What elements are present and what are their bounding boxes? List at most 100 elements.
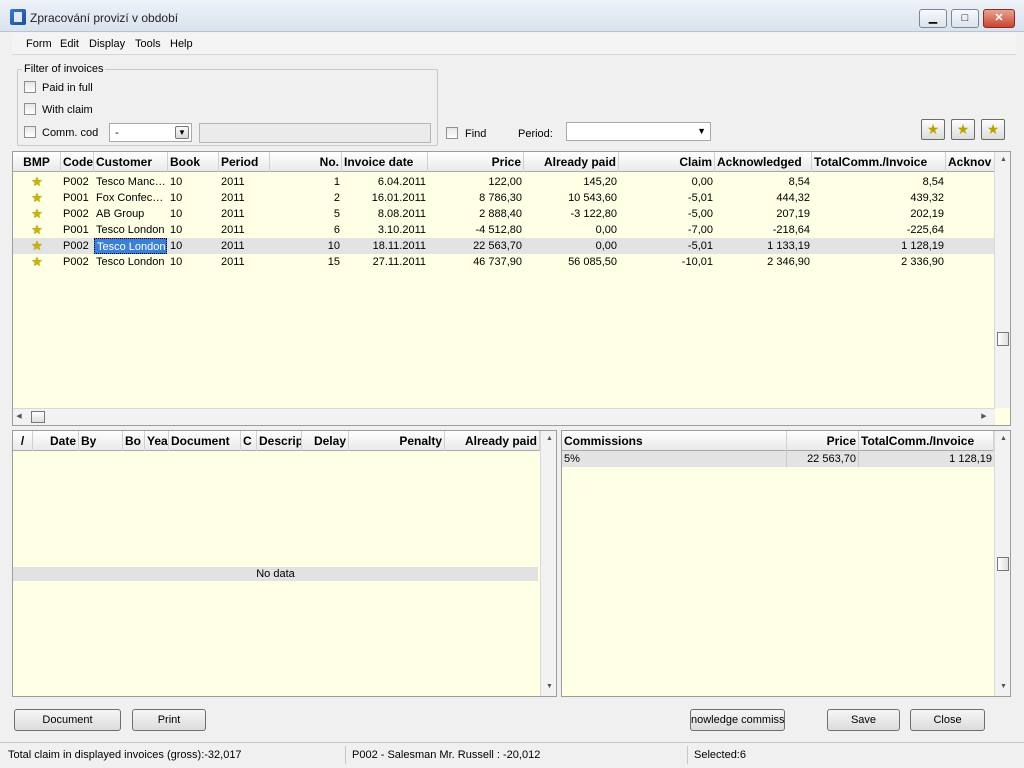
table-row[interactable]: ★ P002 Tesco London 10 2011 15 27.11.201… (13, 254, 995, 270)
table-row[interactable]: ★ P002 AB Group 10 2011 5 8.08.2011 2 88… (13, 206, 995, 222)
chevron-down-icon[interactable]: ▼ (697, 126, 706, 136)
document-button[interactable]: Document (14, 709, 121, 731)
comm-code-value: - (115, 127, 119, 139)
paid-in-full-checkbox[interactable] (24, 81, 36, 93)
table-row[interactable]: ★ P002 Tesco Manc… 10 2011 1 6.04.2011 1… (13, 174, 995, 190)
cell-customer: Tesco London (96, 256, 165, 268)
cell-already-paid: 56 085,50 (568, 256, 617, 268)
col-delay[interactable]: Delay (302, 431, 349, 451)
scroll-thumb[interactable] (997, 557, 1009, 571)
comm-code-select[interactable]: - ▼ (109, 123, 192, 142)
bmp-add-button[interactable]: ★ (951, 119, 975, 140)
status-salesman: P002 - Salesman Mr. Russell : -20,012 (348, 746, 688, 764)
table-row[interactable]: ★ P001 Tesco London 10 2011 6 3.10.2011 … (13, 222, 995, 238)
col-description[interactable]: Descrip (257, 431, 302, 451)
cell-claim: -5,01 (687, 240, 713, 252)
period-label: Period: (518, 128, 553, 140)
col-claim[interactable]: Claim (619, 152, 715, 172)
cell-invoice-date: 3.10.2011 (377, 224, 426, 236)
invoice-grid-header: BMP Code Customer Book Period No. Invoic… (13, 152, 995, 172)
cell-customer[interactable]: Tesco London (94, 238, 167, 254)
col-document[interactable]: Document (169, 431, 241, 451)
cell-code: P002 (63, 176, 89, 188)
print-button[interactable]: Print (132, 709, 206, 731)
close-window-button[interactable]: ✕ (983, 9, 1015, 28)
close-button[interactable]: Close (910, 709, 985, 731)
maximize-button[interactable]: □ (951, 9, 979, 28)
scroll-down-icon[interactable]: ▼ (541, 683, 556, 690)
menu-help[interactable]: Help (170, 38, 193, 50)
scroll-thumb[interactable] (31, 411, 45, 423)
col-c[interactable]: C (241, 431, 257, 451)
commissions-grid-header: Commissions Price TotalComm./Invoice (562, 431, 994, 451)
with-claim-checkbox[interactable] (24, 103, 36, 115)
cell-price: 22 563,70 (787, 451, 859, 467)
col-invoice-date[interactable]: Invoice date (342, 152, 428, 172)
col-bmp[interactable]: BMP (13, 152, 61, 172)
invoice-vertical-scrollbar[interactable]: ▲ (994, 152, 1010, 408)
col-already-paid[interactable]: Already paid (524, 152, 619, 172)
table-row[interactable]: ★ P002 Tesco London 10 2011 10 18.11.201… (13, 238, 995, 254)
cell-invoice-date: 18.11.2011 (372, 240, 426, 252)
status-bar: Total claim in displayed invoices (gross… (0, 742, 1024, 768)
cell-price: 122,00 (488, 176, 522, 188)
menu-form[interactable]: Form (26, 38, 52, 50)
bmp-remove-button[interactable]: ★ (981, 119, 1005, 140)
menu-display[interactable]: Display (89, 38, 125, 50)
col-commissions[interactable]: Commissions (562, 431, 787, 451)
col-year[interactable]: Yea (145, 431, 169, 451)
scroll-up-icon[interactable]: ▲ (995, 156, 1010, 163)
col-by[interactable]: By (79, 431, 123, 451)
col-acknowledged[interactable]: Acknowledged (715, 152, 812, 172)
no-data-message: No data (13, 567, 538, 581)
col-customer[interactable]: Customer (94, 152, 168, 172)
col-code[interactable]: Code (61, 152, 94, 172)
col-date[interactable]: Date (33, 431, 79, 451)
col-book[interactable]: Book (168, 152, 219, 172)
save-button[interactable]: Save (827, 709, 900, 731)
menu-bar: Form Edit Display Tools Help (12, 33, 1016, 55)
chevron-down-icon[interactable]: ▼ (175, 126, 189, 139)
col-book[interactable]: Bo (123, 431, 145, 451)
minimize-button[interactable]: ▁ (919, 9, 947, 28)
col-price[interactable]: Price (428, 152, 524, 172)
scroll-up-icon[interactable]: ▲ (541, 435, 556, 442)
col-acknov[interactable]: Acknov (946, 152, 995, 172)
table-row[interactable]: 5% 22 563,70 1 128,19 (562, 451, 994, 467)
star-minus-icon: ★ (986, 121, 1000, 137)
col-flag[interactable]: / (13, 431, 33, 451)
scroll-right-icon[interactable]: ▶ (979, 412, 989, 420)
payments-vertical-scrollbar[interactable]: ▲ ▼ (540, 431, 556, 696)
app-icon (10, 9, 26, 25)
col-total-comm[interactable]: TotalComm./Invoice (812, 152, 946, 172)
col-already-paid[interactable]: Already paid (445, 431, 540, 451)
col-period[interactable]: Period (219, 152, 270, 172)
cell-claim: -5,01 (687, 192, 713, 204)
col-no[interactable]: No. (270, 152, 342, 172)
commissions-vertical-scrollbar[interactable]: ▲ ▼ (994, 431, 1010, 696)
bmp-star-button[interactable]: ★ (921, 119, 945, 140)
cell-invoice-date: 27.11.2011 (372, 256, 426, 268)
cell-book: 10 (170, 176, 183, 188)
invoice-horizontal-scrollbar[interactable]: ◀ ▶ (13, 408, 995, 425)
window-title: Zpracování provizí v období (30, 11, 179, 25)
col-penalty[interactable]: Penalty (349, 431, 445, 451)
table-row[interactable]: ★ P001 Fox Confec… 10 2011 2 16.01.2011 … (13, 190, 995, 206)
status-selected: Selected:6 (694, 749, 746, 761)
cell-total-comm: 1 128,19 (901, 240, 944, 252)
menu-tools[interactable]: Tools (135, 38, 161, 50)
scroll-down-icon[interactable]: ▼ (995, 683, 1010, 690)
cell-no: 5 (333, 208, 340, 220)
menu-edit[interactable]: Edit (60, 38, 79, 50)
acknowledge-commissions-button[interactable]: nowledge commissi (690, 709, 785, 731)
scroll-left-icon[interactable]: ◀ (15, 412, 23, 420)
comm-code-checkbox[interactable] (24, 126, 36, 138)
bmp-star-icon: ★ (31, 190, 43, 205)
find-checkbox[interactable] (446, 127, 458, 139)
scroll-thumb[interactable] (997, 332, 1009, 346)
period-select[interactable]: ▼ (566, 122, 711, 141)
col-price[interactable]: Price (787, 431, 859, 451)
col-total-comm[interactable]: TotalComm./Invoice (859, 431, 994, 451)
scroll-up-icon[interactable]: ▲ (995, 435, 1010, 442)
payments-grid-header: / Date By Bo Yea Document C Descrip Dela… (13, 431, 540, 451)
